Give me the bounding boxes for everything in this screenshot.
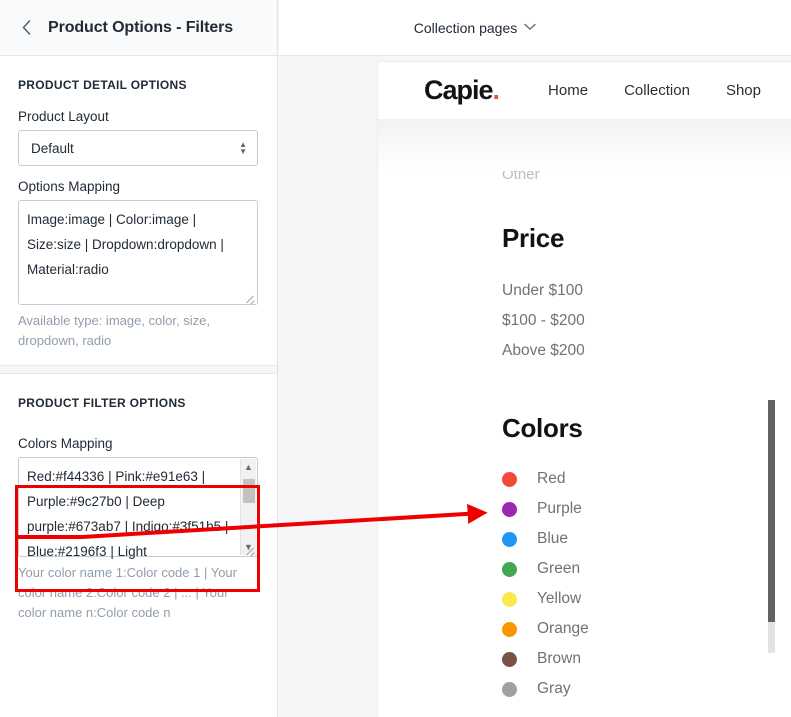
- preview-scrollbar-thumb[interactable]: [768, 400, 775, 622]
- colors-heading: Colors: [502, 413, 791, 444]
- colors-mapping-help: Your color name 1:Color code 1 | Your co…: [18, 563, 260, 623]
- options-mapping-help: Available type: image, color, size, drop…: [18, 311, 260, 351]
- nav-link-collection[interactable]: Collection: [624, 82, 690, 99]
- options-mapping-value: Image:image | Color:image | Size:size | …: [19, 201, 257, 288]
- store-logo[interactable]: Capie.: [424, 75, 499, 106]
- preview-topbar: Collection pages: [279, 0, 791, 56]
- scroll-up-icon[interactable]: ▲: [244, 459, 253, 475]
- colors-mapping-value: Red:#f44336 | Pink:#e91e63 | Purple:#9c2…: [19, 458, 257, 570]
- storefront-filter-panel: Price Under $100 $100 - $200 Above $200 …: [378, 171, 791, 717]
- color-filter-label: Orange: [537, 620, 589, 638]
- color-filter-item[interactable]: Blue: [502, 524, 791, 554]
- product-detail-options-section: PRODUCT DETAIL OPTIONS Product Layout De…: [0, 56, 277, 351]
- product-layout-value: Default: [19, 141, 74, 156]
- color-filter-label: Blue: [537, 530, 568, 548]
- page-type-label: Collection pages: [414, 20, 518, 36]
- color-filter-list: Red Purple Blue Green Yellow Orange Brown Gray: [502, 464, 791, 704]
- back-icon[interactable]: [12, 14, 40, 42]
- color-swatch-icon: [502, 652, 517, 667]
- price-filter-item[interactable]: Under $100: [502, 276, 791, 306]
- storefront-nav: Home Collection Shop: [548, 82, 761, 99]
- section-heading-filter: PRODUCT FILTER OPTIONS: [18, 374, 259, 414]
- nav-link-shop[interactable]: Shop: [726, 82, 761, 99]
- colors-mapping-textarea[interactable]: Red:#f44336 | Pink:#e91e63 | Purple:#9c2…: [18, 457, 258, 557]
- price-filter-item[interactable]: $100 - $200: [502, 306, 791, 336]
- color-filter-label: Purple: [537, 500, 582, 518]
- colors-mapping-label: Colors Mapping: [18, 436, 259, 451]
- scrollbar-thumb[interactable]: [243, 479, 255, 503]
- price-filter-item[interactable]: Above $200: [502, 336, 791, 366]
- store-logo-dot: .: [493, 75, 500, 105]
- price-heading: Price: [502, 223, 791, 254]
- color-swatch-icon: [502, 472, 517, 487]
- color-filter-label: Red: [537, 470, 565, 488]
- color-filter-item[interactable]: Yellow: [502, 584, 791, 614]
- color-filter-label: Yellow: [537, 590, 581, 608]
- color-filter-label: Green: [537, 560, 580, 578]
- scroll-down-icon[interactable]: ▼: [244, 539, 253, 555]
- color-swatch-icon: [502, 562, 517, 577]
- nav-link-home[interactable]: Home: [548, 82, 588, 99]
- color-filter-item[interactable]: Green: [502, 554, 791, 584]
- color-swatch-icon: [502, 502, 517, 517]
- options-mapping-textarea[interactable]: Image:image | Color:image | Size:size | …: [18, 200, 258, 305]
- color-swatch-icon: [502, 682, 517, 697]
- section-divider: [0, 365, 277, 374]
- product-layout-label: Product Layout: [18, 109, 259, 124]
- color-filter-item[interactable]: Gray: [502, 674, 791, 704]
- color-swatch-icon: [502, 592, 517, 607]
- options-mapping-label: Options Mapping: [18, 179, 259, 194]
- settings-sidebar: Product Options - Filters PRODUCT DETAIL…: [0, 0, 278, 717]
- chevron-updown-icon: ▲▼: [239, 141, 247, 155]
- color-filter-label: Brown: [537, 650, 581, 668]
- storefront-preview-frame: Capie. Home Collection Shop Other Price …: [378, 62, 791, 717]
- price-filter-list: Under $100 $100 - $200 Above $200: [502, 276, 791, 366]
- app-root: Product Options - Filters PRODUCT DETAIL…: [0, 0, 791, 717]
- store-logo-text: Capie: [424, 75, 493, 105]
- color-swatch-icon: [502, 532, 517, 547]
- sidebar-header: Product Options - Filters: [0, 0, 277, 56]
- colors-mapping-scrollbar[interactable]: ▲ ▼: [240, 459, 256, 555]
- color-swatch-icon: [502, 622, 517, 637]
- scroll-fade-overlay: [378, 119, 791, 171]
- storefront-header: Capie. Home Collection Shop: [378, 62, 791, 119]
- color-filter-item[interactable]: Purple: [502, 494, 791, 524]
- section-heading-detail: PRODUCT DETAIL OPTIONS: [18, 56, 259, 96]
- color-filter-item[interactable]: Orange: [502, 614, 791, 644]
- page-type-selector[interactable]: Collection pages: [414, 20, 537, 36]
- product-filter-options-section: PRODUCT FILTER OPTIONS Colors Mapping Re…: [0, 374, 277, 623]
- resize-handle-icon[interactable]: [244, 292, 255, 303]
- color-filter-item[interactable]: Brown: [502, 644, 791, 674]
- preview-stage: Capie. Home Collection Shop Other Price …: [279, 57, 791, 717]
- chevron-down-icon: [524, 22, 536, 34]
- page-title: Product Options - Filters: [48, 19, 233, 37]
- color-filter-label: Gray: [537, 680, 571, 698]
- product-layout-select[interactable]: Default ▲▼: [18, 130, 258, 166]
- color-filter-item[interactable]: Red: [502, 464, 791, 494]
